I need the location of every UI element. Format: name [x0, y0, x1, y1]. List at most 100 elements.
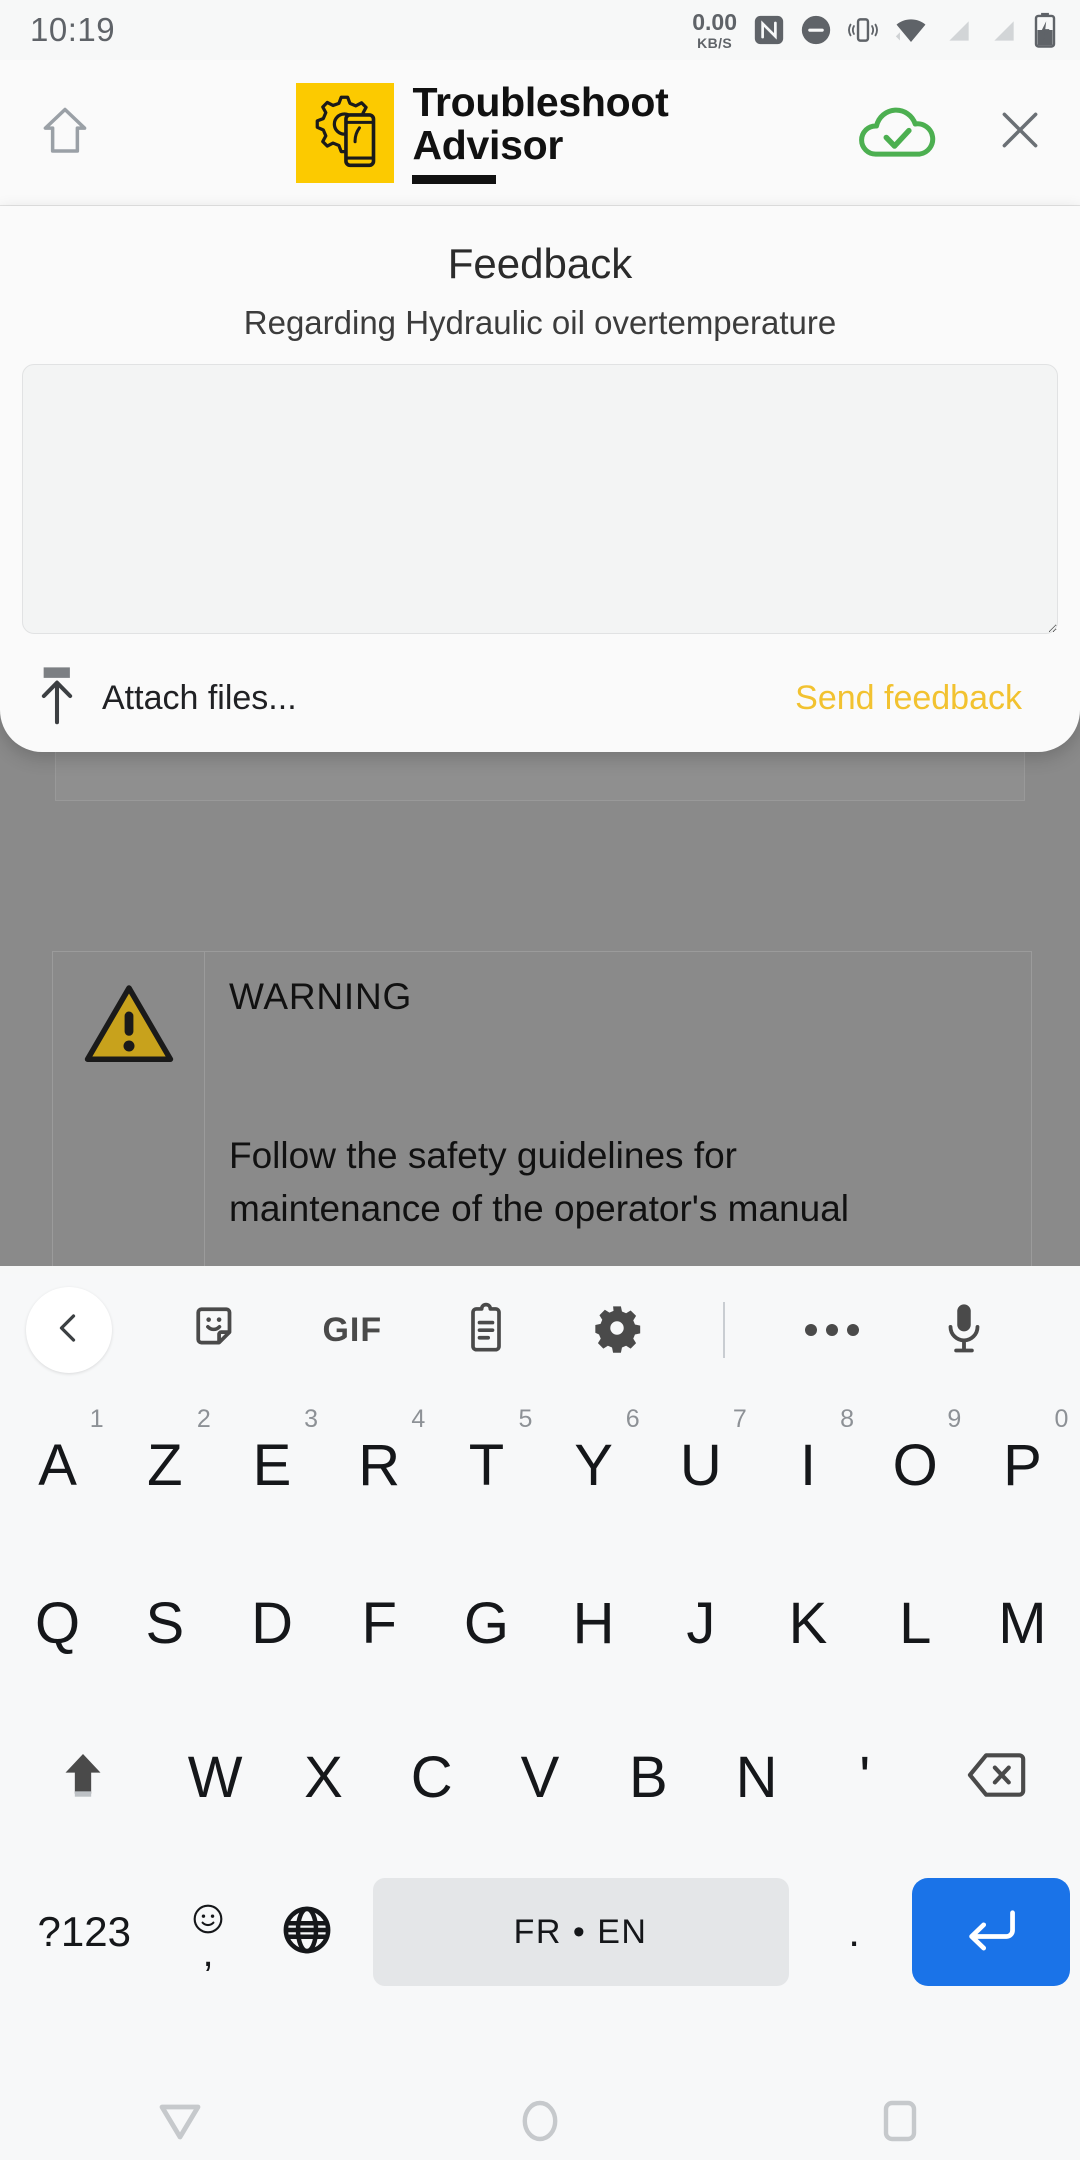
key-label: R: [358, 1432, 401, 1498]
period-key[interactable]: .: [805, 1908, 904, 1956]
nfc-icon: [752, 13, 786, 47]
status-bar: 10:19 0.00 KB/S: [0, 0, 1080, 60]
key-label: V: [520, 1744, 560, 1810]
key-label: K: [788, 1590, 828, 1656]
enter-key[interactable]: [911, 1878, 1071, 1986]
key-apostrophe[interactable]: ': [811, 1701, 919, 1853]
key-c[interactable]: C: [378, 1701, 486, 1853]
key-u[interactable]: 7U: [647, 1389, 754, 1541]
enter-icon: [963, 1905, 1019, 1960]
virtual-keyboard: G I F 1 A 2 Z 3 E 4 R 5 T 6 Y 7 U 8 I 9 O …: [0, 1274, 1080, 2086]
nav-recents-button[interactable]: [720, 2099, 1080, 2148]
key-y[interactable]: 6Y: [540, 1389, 647, 1541]
key-label: N: [735, 1744, 778, 1810]
key-w[interactable]: W: [161, 1701, 269, 1853]
warning-body: WARNING Follow the safety guidelines for…: [205, 952, 1031, 1266]
key-superscript: 4: [411, 1405, 426, 1433]
key-e[interactable]: 3E: [218, 1389, 325, 1541]
close-button[interactable]: [960, 105, 1080, 160]
attach-files-button[interactable]: Attach files...: [34, 665, 297, 732]
key-label: P: [1003, 1432, 1042, 1498]
sticker-icon[interactable]: [192, 1303, 242, 1358]
key-h[interactable]: H: [540, 1547, 647, 1699]
app-header: Troubleshoot Advisor: [0, 60, 1080, 206]
key-j[interactable]: J: [647, 1547, 754, 1699]
key-t[interactable]: 5T: [433, 1389, 540, 1541]
nav-home-button[interactable]: [360, 2099, 720, 2148]
chevron-left-icon: [51, 1310, 87, 1351]
upload-icon: [34, 665, 80, 732]
emoji-comma-key[interactable]: ,: [159, 1902, 258, 1975]
status-icon-tray: 0.00 KB/S: [692, 10, 1058, 51]
key-m[interactable]: M: [969, 1547, 1076, 1699]
app-title: Troubleshoot Advisor: [412, 78, 669, 185]
key-r[interactable]: 4R: [326, 1389, 433, 1541]
send-feedback-button[interactable]: Send feedback: [795, 679, 1044, 718]
microphone-icon[interactable]: [940, 1301, 988, 1360]
gif-button[interactable]: GIF: [322, 1311, 382, 1350]
app-title-line1: Troubleshoot: [412, 78, 669, 125]
keyboard-row-1: 1A 2Z 3E 4R 5T 6Y 7U 8I 9O 0P: [0, 1386, 1080, 1544]
symbols-key[interactable]: ?123: [10, 1908, 159, 1956]
spacebar-label: FR • EN: [513, 1912, 648, 1951]
keyboard-row-4: ?123 , FR • EN .: [0, 1852, 1080, 2012]
clipboard-icon[interactable]: [462, 1302, 510, 1359]
key-o[interactable]: 9O: [862, 1389, 969, 1541]
app-brand: Troubleshoot Advisor: [130, 78, 835, 185]
attach-files-label: Attach files...: [102, 679, 297, 717]
key-v[interactable]: V: [486, 1701, 594, 1853]
key-a[interactable]: 1A: [4, 1389, 111, 1541]
key-label: I: [799, 1432, 817, 1498]
sync-status-button[interactable]: [835, 95, 960, 170]
key-superscript: 3: [304, 1405, 319, 1433]
key-i[interactable]: 8I: [754, 1389, 861, 1541]
key-q[interactable]: Q: [4, 1547, 111, 1699]
key-l[interactable]: L: [862, 1547, 969, 1699]
key-label: Y: [574, 1432, 613, 1498]
backspace-key[interactable]: [919, 1701, 1076, 1853]
key-f[interactable]: F: [326, 1547, 433, 1699]
key-label: E: [252, 1432, 292, 1498]
spacebar-key[interactable]: FR • EN: [372, 1878, 789, 1986]
key-label: C: [410, 1744, 453, 1810]
network-speed-unit: KB/S: [697, 34, 733, 51]
gear-phone-logo: [296, 82, 395, 183]
key-superscript: 1: [89, 1405, 104, 1433]
warning-text-line2: maintenance of the operator's manual: [229, 1187, 850, 1229]
key-superscript: 7: [732, 1405, 747, 1433]
home-button[interactable]: [0, 102, 130, 163]
vibrate-icon: [846, 13, 880, 47]
network-speed-indicator: 0.00 KB/S: [692, 10, 737, 51]
key-superscript: 8: [840, 1405, 855, 1433]
key-b[interactable]: B: [594, 1701, 702, 1853]
more-dots-icon[interactable]: [805, 1324, 860, 1336]
app-title-line2: Advisor: [412, 121, 564, 168]
key-label: S: [145, 1590, 185, 1656]
key-superscript: 5: [518, 1405, 533, 1433]
keyboard-row-2: Q S D F G H J K L M: [0, 1544, 1080, 1702]
keyboard-row-3: W X C V B N ': [0, 1702, 1080, 1852]
nav-back-button[interactable]: [0, 2101, 360, 2146]
nav-recents-square-icon: [881, 2099, 919, 2148]
home-icon: [37, 102, 93, 163]
comma-label: ,: [202, 1930, 214, 1975]
gear-icon[interactable]: [591, 1302, 643, 1359]
shift-key[interactable]: [4, 1701, 161, 1853]
language-switch-key[interactable]: [258, 1903, 357, 1962]
key-label: Q: [35, 1590, 81, 1656]
key-p[interactable]: 0P: [969, 1389, 1076, 1541]
key-d[interactable]: D: [218, 1547, 325, 1699]
key-z[interactable]: 2Z: [111, 1389, 218, 1541]
feedback-textarea[interactable]: [22, 364, 1058, 634]
key-s[interactable]: S: [111, 1547, 218, 1699]
key-label: H: [572, 1590, 615, 1656]
wifi-icon: [893, 13, 929, 47]
key-g[interactable]: G: [433, 1547, 540, 1699]
key-k[interactable]: K: [754, 1547, 861, 1699]
cloud-check-icon: [855, 95, 941, 170]
key-n[interactable]: N: [702, 1701, 810, 1853]
key-x[interactable]: X: [269, 1701, 377, 1853]
keyboard-back-button[interactable]: [26, 1287, 112, 1373]
shift-icon: [55, 1747, 111, 1808]
warning-icon-cell: [53, 952, 205, 1266]
